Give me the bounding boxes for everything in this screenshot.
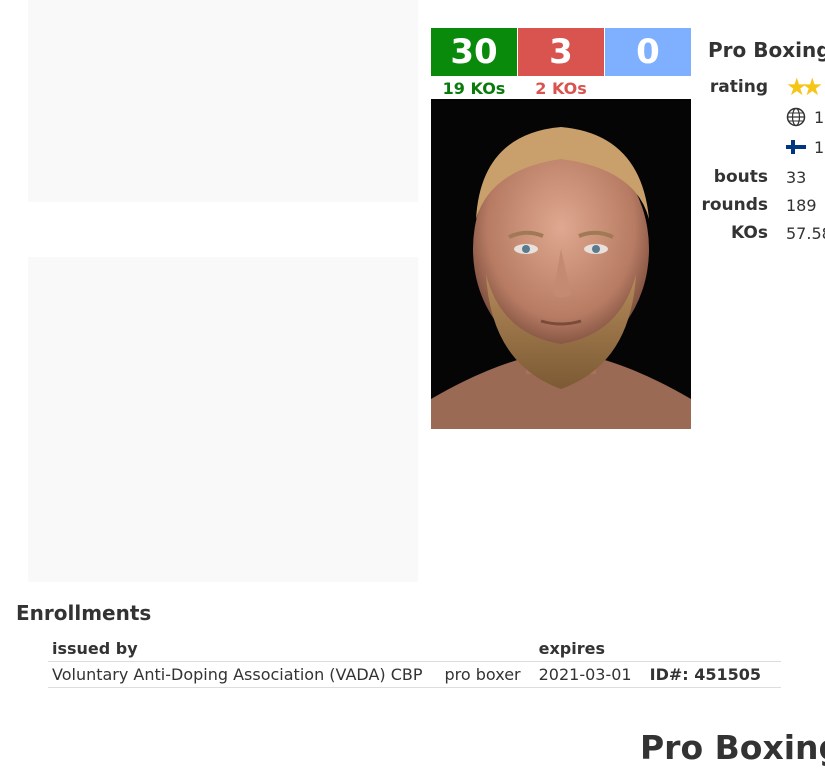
losses-kos: 2 KOs	[535, 79, 587, 98]
losses-count: 3	[518, 28, 604, 76]
globe-icon	[786, 107, 806, 127]
expires-cell: 2021-03-01	[534, 661, 646, 688]
rounds-value: 189	[786, 196, 817, 215]
issuer-cell: Voluntary Anti-Doping Association (VADA)…	[48, 661, 441, 688]
rating-stars: ★★	[786, 73, 823, 101]
country-rank: 1	[786, 137, 824, 157]
ad-placeholder-middle	[28, 257, 418, 582]
ad-placeholder-top	[28, 0, 418, 202]
table-row: Voluntary Anti-Doping Association (VADA)…	[48, 661, 782, 688]
section-heading-pro-boxing: Pro Boxing	[640, 728, 825, 767]
boxer-photo-illustration	[431, 99, 691, 429]
column-header: expires	[538, 638, 605, 658]
column-header: issued by	[52, 638, 138, 658]
id-cell: ID#: 451505	[645, 661, 782, 688]
table-header-row: issued by expires	[48, 637, 781, 662]
finland-flag-icon	[786, 140, 806, 154]
bouts-value: 33	[786, 168, 807, 187]
enrollments-heading: Enrollments	[16, 601, 152, 625]
kos-value: 57.58	[786, 224, 825, 243]
role-cell: pro boxer	[440, 661, 535, 688]
rounds-label: rounds	[701, 195, 768, 215]
rating-label: rating	[709, 77, 768, 97]
world-rank: 1	[786, 107, 824, 127]
boxer-photo	[431, 99, 691, 429]
world-rank-value: 1	[814, 107, 825, 127]
kos-label: KOs	[731, 223, 768, 243]
country-rank-value: 1	[814, 137, 825, 157]
fight-record: 30 3 0	[431, 28, 691, 76]
wins-kos: 19 KOs	[442, 79, 506, 98]
wins-count: 30	[431, 28, 517, 76]
ko-summary: 19 KOs 2 KOs	[431, 79, 604, 98]
column-header	[646, 637, 781, 662]
column-header	[441, 637, 535, 662]
draws-count: 0	[605, 28, 691, 76]
enrollments-table: issued by expires Voluntary Anti-Doping …	[48, 637, 782, 688]
profile-heading: Pro Boxing	[708, 38, 825, 62]
bouts-label: bouts	[713, 167, 768, 187]
